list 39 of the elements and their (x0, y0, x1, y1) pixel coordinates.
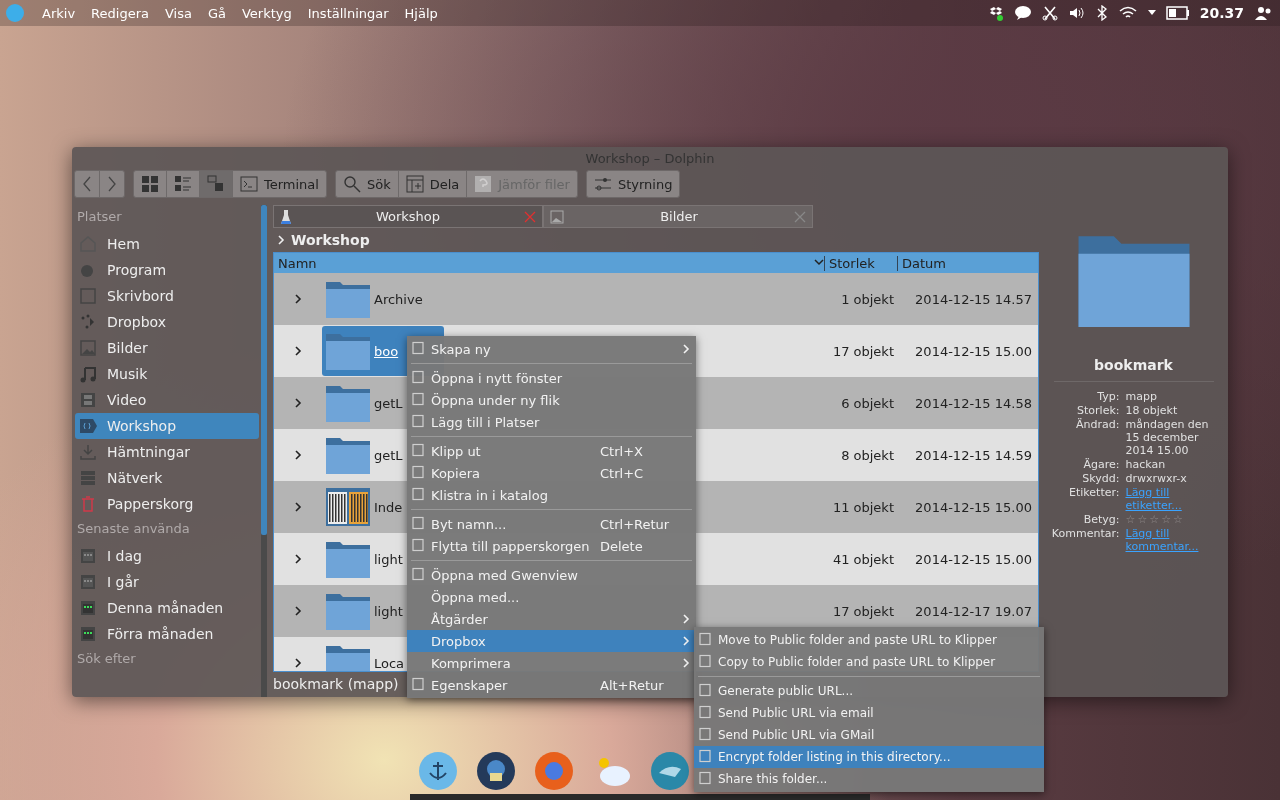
file-size: 1 objekt (840, 291, 894, 307)
info-label: Storlek: (1076, 404, 1120, 417)
file-size: 11 objekt (831, 499, 894, 515)
file-date: 2014-12-15 14.57 (914, 291, 1033, 307)
info-value: hackan (1125, 458, 1167, 471)
info-label: Etiketter: (1068, 486, 1120, 501)
info-label: Ändrad: (1075, 418, 1120, 433)
info-label: Ägare: (1082, 458, 1120, 471)
file-name: Inde (374, 499, 403, 515)
file-size: 17 objekt (831, 343, 894, 359)
file-size: 17 objekt (831, 603, 894, 619)
info-label: Typ: (1096, 390, 1120, 403)
file-name: getL (374, 447, 403, 463)
info-value: 18 objekt (1125, 404, 1179, 417)
file-name: Loca (374, 655, 405, 671)
sidebar-section-title: Sök efter (76, 650, 137, 668)
file-name: getL (374, 395, 403, 411)
file-date: 2014-12-17 19.07 (914, 603, 1033, 619)
file-date: 2014-12-15 14.58 (914, 395, 1033, 411)
sidebar-section-title: Senaste använda (76, 520, 191, 538)
info-label: Skydd: (1081, 472, 1120, 485)
file-size: 8 objekt (840, 447, 894, 463)
file-date: 2014-12-15 15.00 (914, 499, 1033, 515)
selected-item-name: bookmark (1053, 357, 1214, 382)
file-date: 2014-12-15 15.00 (914, 343, 1033, 359)
file-date: 2014-12-15 14.59 (914, 447, 1033, 463)
file-size: 6 objekt (840, 395, 894, 411)
file-date: 2014-12-15 15.00 (914, 551, 1033, 567)
info-label: Betyg: (1082, 513, 1120, 526)
file-name: light (374, 551, 403, 567)
file-name: light (374, 603, 403, 619)
status-text: bookmark (mapp) (273, 676, 399, 692)
file-size: 41 objekt (831, 551, 894, 567)
file-name: Archive (374, 291, 423, 307)
info-value: drwxrwxr-x (1125, 472, 1188, 485)
info-value: mapp (1125, 390, 1158, 403)
file-name: boo (374, 343, 399, 359)
sidebar-section-title: Platser (76, 208, 123, 226)
info-label: Kommentar: (1050, 527, 1120, 542)
